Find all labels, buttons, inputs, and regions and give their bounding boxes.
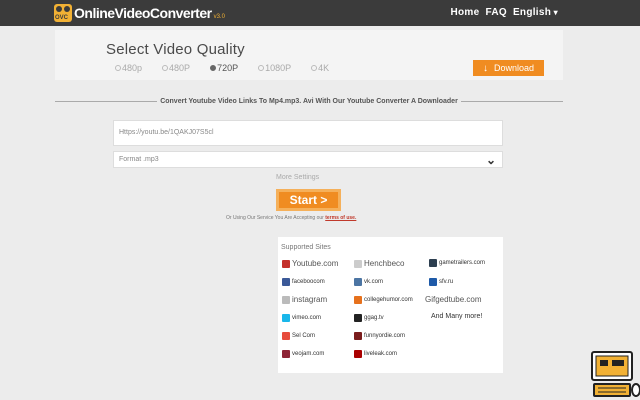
quality-option-480p-a[interactable]: 480p	[115, 63, 142, 73]
logo-badge: OVC	[55, 15, 69, 21]
facebook-icon	[282, 278, 290, 286]
radio-icon	[115, 65, 121, 71]
nav-home[interactable]: Home	[450, 7, 479, 18]
site-icon	[354, 259, 362, 268]
nav-faq[interactable]: FAQ	[485, 7, 506, 18]
sfv-icon	[429, 278, 437, 286]
youtube-icon	[282, 259, 290, 268]
quality-option-4k[interactable]: 4K	[311, 63, 329, 73]
quality-option-1080p[interactable]: 1080P	[258, 63, 291, 73]
computer-icon	[591, 351, 640, 397]
site-hench[interactable]: Henchbeco	[354, 259, 404, 268]
terms-text: Or Using Our Service You Are Accepting o…	[226, 215, 324, 221]
site-icon	[282, 332, 290, 340]
site-instagram[interactable]: instagram	[282, 295, 327, 304]
divider-heading: Convert Youtube Video Links To Mp4.mp3. …	[160, 97, 458, 105]
quality-option-720p[interactable]: 720P	[210, 63, 238, 73]
terms-link[interactable]: terms of use.	[325, 215, 356, 221]
section-divider: Convert Youtube Video Links To Mp4.mp3. …	[55, 95, 563, 107]
site-vimeo[interactable]: vimeo.com	[282, 314, 321, 322]
terms-notice: Or Using Our Service You Are Accepting o…	[226, 215, 356, 221]
start-button[interactable]: Start >	[276, 189, 341, 211]
site-collegehumor[interactable]: collegehumor.com	[354, 296, 413, 304]
radio-icon	[162, 65, 169, 71]
download-arrow-icon: ↓	[482, 62, 488, 74]
quality-options: 480p 480P 720P 1080P 4K	[115, 63, 329, 73]
supported-sites-box: Supported Sites Youtube.com faceboocom i…	[278, 237, 503, 373]
site-vk[interactable]: vk.com	[354, 278, 383, 286]
vimeo-icon	[282, 314, 290, 322]
nav-language[interactable]: English	[513, 7, 558, 18]
radio-icon	[258, 65, 265, 71]
and-many-more-text: And Many more!	[431, 313, 483, 320]
funnyordie-icon	[354, 332, 362, 340]
divider-line-left	[55, 100, 158, 102]
logo-text: OnlineVideoConverter	[74, 5, 212, 21]
video-url-input[interactable]: Https://youtu.be/1QAKJ07S5cl	[113, 120, 503, 146]
quality-option-480p[interactable]: 480P	[162, 63, 190, 73]
veojam-icon	[282, 350, 290, 358]
quality-panel: Select Video Quality 480p 480P 720P 1080…	[55, 30, 563, 80]
logo-version: v3.0	[213, 14, 225, 20]
radio-icon	[311, 65, 318, 71]
instagram-icon	[282, 295, 290, 304]
site-funnyordie[interactable]: funnyordie.com	[354, 332, 405, 340]
supported-sites-title: Supported Sites	[281, 244, 331, 251]
download-button[interactable]: ↓ Download	[473, 60, 544, 76]
chevron-down-icon: ⌄	[485, 153, 496, 167]
site-veojam[interactable]: veojam.com	[282, 350, 324, 358]
site-sel[interactable]: Sel Com	[282, 332, 315, 340]
site-sfv[interactable]: sfv.ru	[429, 278, 453, 286]
nav-menu: Home FAQ English	[450, 7, 558, 18]
site-logo[interactable]: OVC OnlineVideoConverter v3.0	[54, 3, 225, 23]
download-label: Download	[493, 63, 535, 73]
site-youtube[interactable]: Youtube.com	[282, 259, 338, 268]
top-nav-bar: OVC OnlineVideoConverter v3.0 Home FAQ E…	[0, 0, 640, 26]
site-gifgedtube[interactable]: Gifgedtube.com	[425, 295, 481, 304]
divider-line-right	[460, 100, 563, 102]
site-ggag[interactable]: ggag.tv	[354, 314, 384, 322]
format-select-value: Format .mp3	[119, 156, 159, 163]
vk-icon	[354, 278, 362, 286]
format-select[interactable]: Format .mp3 ⌄	[113, 151, 503, 168]
quality-title: Select Video Quality	[106, 41, 245, 58]
site-gametrailers[interactable]: gametrailers.com	[429, 259, 485, 267]
camera-reel-icon: OVC	[54, 4, 72, 22]
more-settings-link[interactable]: More Settings	[276, 174, 319, 181]
radio-selected-icon	[210, 65, 217, 71]
gametrailers-icon	[429, 259, 437, 267]
liveleak-icon	[354, 350, 362, 358]
ggag-icon	[354, 314, 362, 322]
collegehumor-icon	[354, 296, 362, 304]
site-facebook[interactable]: faceboocom	[282, 278, 325, 286]
site-liveleak[interactable]: liveleak.com	[354, 350, 397, 358]
